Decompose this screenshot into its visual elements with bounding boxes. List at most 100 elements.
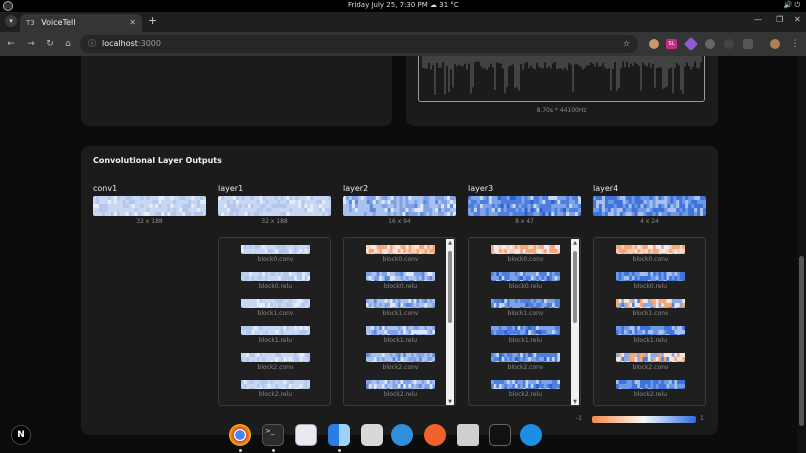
profile-avatar[interactable] [770, 39, 780, 49]
scroll-up-icon[interactable]: ▲ [572, 240, 578, 246]
sublayer-list-layer1[interactable]: block0.conv block0.relu block1.conv block1.… [218, 237, 331, 406]
weather-indicator[interactable]: ☁ 31 °C [430, 1, 459, 9]
sublayer-label: block1.relu [633, 337, 668, 344]
sublayer-feature-map [241, 350, 310, 362]
extension-cloud-icon[interactable] [705, 39, 715, 49]
url-port: :3000 [137, 39, 161, 48]
sublayer-feature-map [366, 377, 435, 389]
sublayer-label: block2.conv [257, 364, 294, 371]
layer-name: layer3 [468, 184, 494, 193]
activities-icon[interactable] [3, 1, 13, 11]
docker-icon[interactable] [520, 424, 542, 446]
os-clock[interactable]: Friday July 25, 7:30 PM [348, 1, 428, 9]
scroll-down-icon[interactable]: ▼ [572, 399, 578, 405]
heatmap-texture [241, 326, 310, 335]
scroll-up-icon[interactable]: ▲ [447, 240, 453, 246]
page-scroll-thumb[interactable] [799, 256, 804, 426]
sublayer-feature-map [616, 269, 685, 281]
tab-title: VoiceTell [41, 18, 76, 27]
sublayer-label: block2.conv [632, 364, 669, 371]
sublayer-list-layer2[interactable]: ▲ ▼ block0.conv block0.relu block1.conv blo… [343, 237, 456, 406]
sublayer-label: block2.conv [382, 364, 419, 371]
back-icon[interactable]: ← [4, 37, 18, 51]
layer-name: layer1 [218, 184, 244, 193]
trash-icon[interactable] [457, 424, 479, 446]
heatmap-texture [366, 380, 435, 389]
sublayer-feature-map [491, 377, 560, 389]
heatmap-texture [491, 326, 560, 335]
extension-avatar-icon[interactable] [649, 39, 659, 49]
home-icon[interactable]: ⌂ [61, 37, 75, 51]
layer-column-conv1: conv1 32 x 188 [93, 184, 206, 225]
chat-icon[interactable] [391, 424, 413, 446]
sublayer-label: block2.conv [507, 364, 544, 371]
os-top-bar: Friday July 25, 7:30 PM ☁ 31 °C 🔊 ⏻ [0, 0, 806, 12]
sublayer-label: block0.conv [257, 256, 294, 263]
bookmark-star-icon[interactable]: ☆ [623, 35, 630, 53]
finder-icon[interactable] [328, 424, 350, 446]
sublayer-label: block0.relu [508, 283, 543, 290]
heatmap-texture [491, 272, 560, 281]
sublayer-scrollbar[interactable]: ▲ ▼ [571, 239, 579, 405]
new-tab-icon[interactable]: + [148, 14, 157, 27]
chrome-icon[interactable] [229, 424, 251, 446]
sublayer-label: block0.relu [258, 283, 293, 290]
extension-sl-icon[interactable]: SL [666, 39, 677, 49]
feature-map-shape: 8 x 47 [515, 218, 534, 225]
preview-icon[interactable] [361, 424, 383, 446]
system-tray[interactable]: 🔊 ⏻ [784, 1, 800, 10]
heatmap-texture [491, 245, 560, 254]
sublayer-feature-map [491, 296, 560, 308]
extensions-puzzle-icon[interactable] [743, 39, 753, 49]
tab-search-icon[interactable]: ▾ [5, 15, 17, 27]
tab-voicetell[interactable]: T3 VoiceTell ✕ [20, 14, 142, 32]
legend-max: 1 [700, 415, 704, 422]
postman-icon[interactable] [424, 424, 446, 446]
browser-toolbar: ← → ↻ ⌂ ⓘ localhost:3000 ☆ SL ⋮ [0, 32, 806, 56]
page-scrollbar[interactable] [797, 56, 806, 453]
layer-name: layer4 [593, 184, 619, 193]
layer-column-layer2: layer2 16 x 94 [343, 184, 456, 225]
sublayer-feature-map [491, 269, 560, 281]
box-app-icon[interactable] [489, 424, 511, 446]
sublayer-feature-map [616, 323, 685, 335]
legend-gradient [592, 416, 696, 423]
window-close-icon[interactable]: ✕ [794, 15, 801, 24]
feature-map-shape: 16 x 94 [388, 218, 411, 225]
waveform-caption: 8.70s * 44100Hz [536, 107, 587, 114]
text-editor-icon[interactable] [295, 424, 317, 446]
heatmap-texture [491, 380, 560, 389]
sublayer-label: block0.conv [382, 256, 419, 263]
sublayer-scrollbar[interactable]: ▲ ▼ [446, 239, 454, 405]
browser-tab-strip: ▾ T3 VoiceTell ✕ + — ❐ ✕ [0, 12, 806, 32]
heatmap-texture [343, 196, 456, 216]
sublayer-feature-map [241, 377, 310, 389]
extension-diamond-icon[interactable] [683, 36, 699, 52]
tab-favicon: T3 [26, 19, 35, 27]
extension-cast-icon[interactable] [724, 39, 734, 49]
tab-close-icon[interactable]: ✕ [129, 14, 136, 31]
app-badge-n[interactable]: N [11, 425, 31, 445]
heatmap-texture [366, 272, 435, 281]
browser-menu-icon[interactable]: ⋮ [788, 37, 802, 51]
sublayer-label: block2.relu [508, 391, 543, 398]
sublayer-list-layer3[interactable]: ▲ ▼ block0.conv block0.relu block1.conv blo… [468, 237, 581, 406]
site-info-icon[interactable]: ⓘ [88, 35, 96, 53]
sublayer-feature-map [366, 242, 435, 254]
heatmap-texture [616, 272, 685, 281]
window-maximize-icon[interactable]: ❐ [776, 15, 783, 24]
reload-icon[interactable]: ↻ [43, 37, 57, 51]
scroll-down-icon[interactable]: ▼ [447, 399, 453, 405]
window-minimize-icon[interactable]: — [754, 15, 762, 24]
heatmap-texture [616, 353, 685, 362]
sublayer-list-layer4[interactable]: block0.conv block0.relu block1.conv block1.… [593, 237, 706, 406]
feature-map-conv1 [93, 196, 206, 216]
heatmap-texture [491, 299, 560, 308]
running-indicator [239, 449, 242, 452]
address-bar[interactable]: ⓘ localhost:3000 ☆ [80, 35, 638, 53]
running-indicator [338, 449, 341, 452]
sublayer-label: block0.conv [507, 256, 544, 263]
forward-icon[interactable]: → [24, 37, 38, 51]
sublayer-feature-map [241, 242, 310, 254]
terminal-icon[interactable]: >_ [262, 424, 284, 446]
